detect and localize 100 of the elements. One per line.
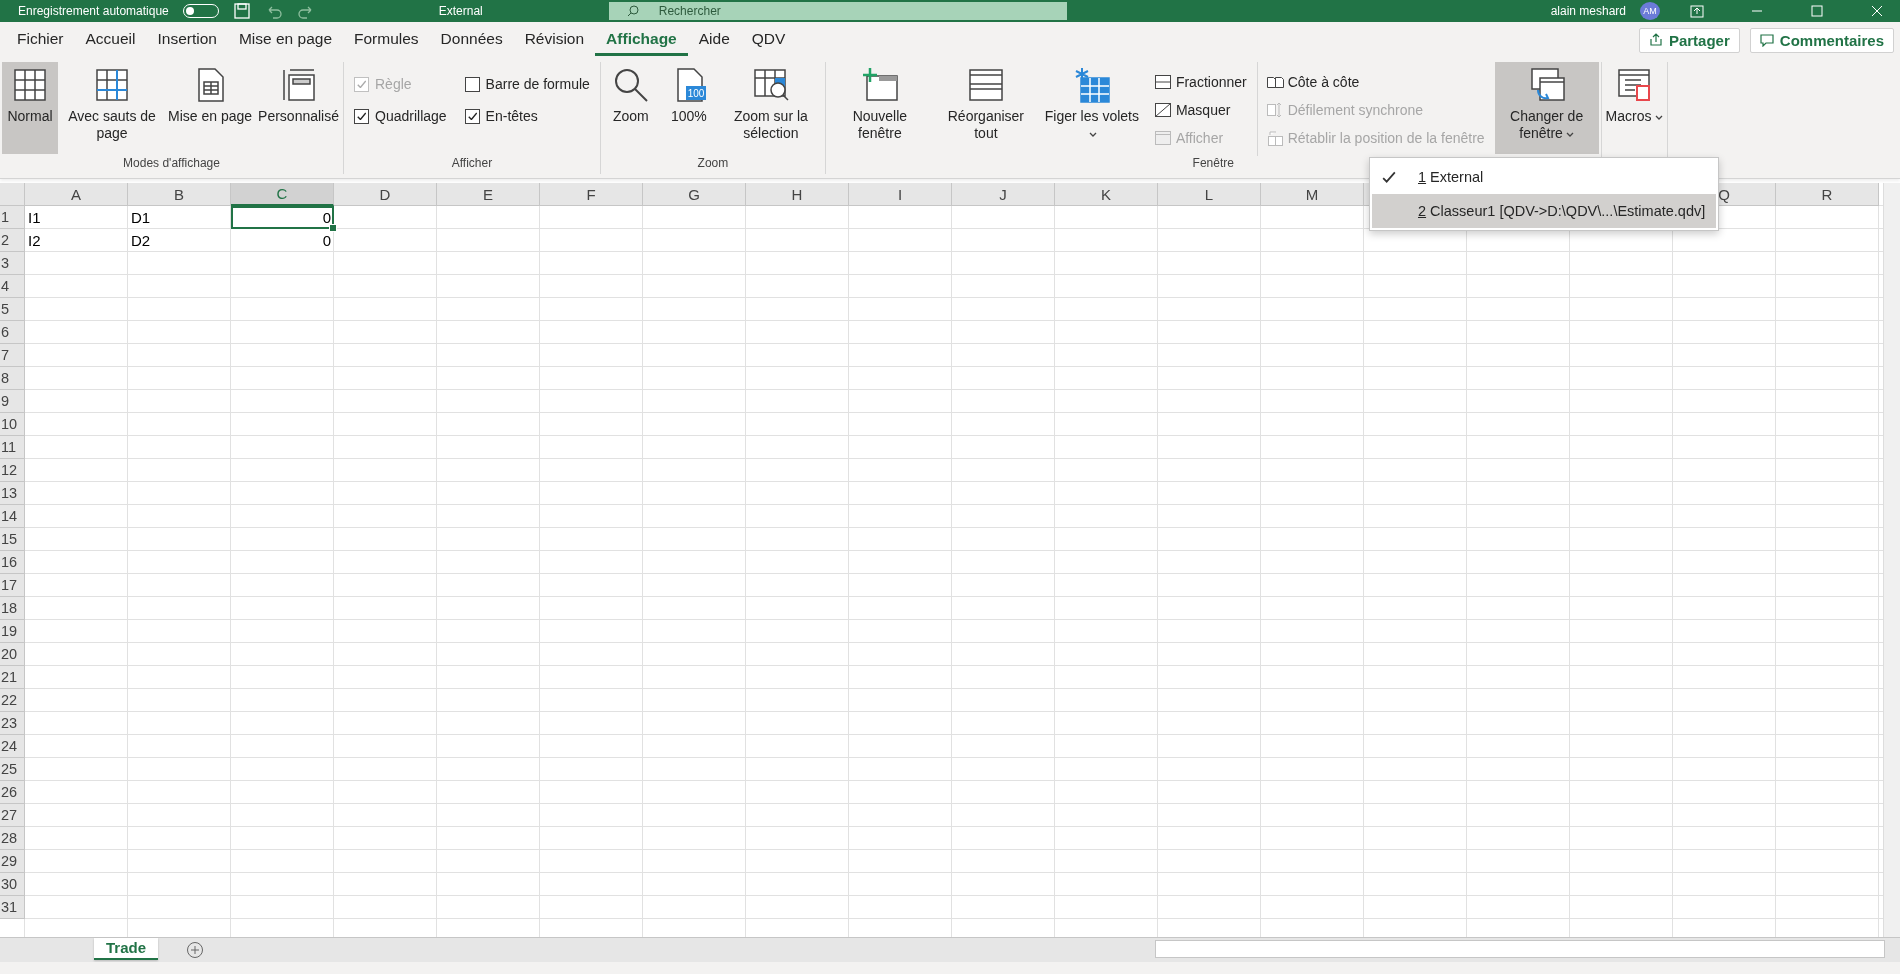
row-header[interactable]: 4 [0, 275, 25, 298]
new-window-icon [860, 66, 899, 104]
menu-tab[interactable]: Accueil [74, 24, 147, 56]
row-header[interactable]: 1 [0, 206, 25, 229]
ribbon-button[interactable]: Changer de fenêtre [1494, 62, 1599, 154]
table-cell[interactable]: I2 [25, 229, 128, 252]
ribbon-button[interactable]: Avec sauts de page [60, 62, 164, 154]
column-header[interactable]: J [952, 183, 1055, 206]
column-header[interactable]: K [1055, 183, 1158, 206]
minimize-icon[interactable] [1752, 10, 1762, 12]
column-header[interactable]: E [437, 183, 540, 206]
search-field[interactable]: Rechercher [608, 2, 1067, 20]
checkmark-icon [1382, 170, 1396, 184]
row-header[interactable]: 14 [0, 505, 25, 528]
row-header[interactable]: 11 [0, 436, 25, 459]
table-cell[interactable]: D1 [128, 206, 231, 229]
ribbon-button[interactable]: Macros [1603, 62, 1665, 154]
row-header[interactable]: 17 [0, 574, 25, 597]
vertical-scrollbar[interactable] [1883, 183, 1900, 937]
comments-button[interactable]: Commentaires [1749, 27, 1894, 53]
row-header[interactable]: 25 [0, 758, 25, 781]
menu-tab[interactable]: Aide [687, 24, 741, 56]
group-label: Afficher [450, 156, 494, 172]
row-header[interactable]: 23 [0, 712, 25, 735]
ribbon-button[interactable]: Masquer [1153, 98, 1247, 122]
column-header[interactable]: I [849, 183, 952, 206]
add-sheet-icon [186, 941, 205, 959]
menu-tab[interactable]: Fichier [6, 24, 75, 56]
row-header[interactable]: 10 [0, 413, 25, 436]
row-header[interactable]: 29 [0, 850, 25, 873]
column-header[interactable]: D [334, 183, 437, 206]
split-icon [1153, 73, 1172, 91]
user-name: alain meshard [1550, 4, 1626, 18]
row-header[interactable]: 24 [0, 735, 25, 758]
row-header[interactable]: 6 [0, 321, 25, 344]
row-header[interactable]: 19 [0, 620, 25, 643]
ribbon-button[interactable]: Fractionner [1153, 70, 1247, 94]
row-header[interactable]: 26 [0, 781, 25, 804]
menu-tab[interactable]: Formules [343, 24, 430, 56]
row-header[interactable]: 20 [0, 643, 25, 666]
row-header[interactable]: 13 [0, 482, 25, 505]
row-header[interactable]: 30 [0, 873, 25, 896]
row-header[interactable]: 7 [0, 344, 25, 367]
menu-item[interactable]: 2 Classeur1 [QDV->D:\QDV\...\Estimate.qdv] [1372, 194, 1716, 228]
share-button[interactable]: Partager [1638, 27, 1740, 53]
ribbon-button[interactable]: Mise en page [166, 62, 255, 154]
table-cell[interactable]: I1 [25, 206, 128, 229]
hide-window-icon [1153, 101, 1172, 119]
ribbon-button[interactable]: Personnalisé [256, 62, 341, 154]
row-header[interactable]: 18 [0, 597, 25, 620]
column-header[interactable]: F [540, 183, 643, 206]
column-header[interactable]: C [231, 183, 334, 206]
row-header[interactable]: 3 [0, 252, 25, 275]
row-header[interactable]: 9 [0, 390, 25, 413]
autosave-label: Enregistrement automatique [18, 4, 169, 18]
select-all-corner[interactable] [0, 183, 25, 206]
checkbox[interactable]: En-têtes [464, 102, 590, 130]
ribbon-button[interactable]: Figer les volets [1039, 62, 1144, 154]
column-header[interactable]: H [746, 183, 849, 206]
ribbon-button[interactable]: Normal [2, 62, 58, 154]
menu-tab[interactable]: Révision [513, 24, 596, 56]
horizontal-scrollbar[interactable] [1155, 940, 1885, 958]
row-header[interactable]: 27 [0, 804, 25, 827]
ribbon-button[interactable]: 100 100% [660, 62, 717, 154]
menu-tab[interactable]: Données [429, 24, 514, 56]
row-header[interactable]: 12 [0, 459, 25, 482]
table-cell[interactable]: 0 [231, 206, 334, 229]
row-header[interactable]: 22 [0, 689, 25, 712]
sheet-tab[interactable]: Trade [94, 938, 159, 960]
row-header[interactable]: 21 [0, 666, 25, 689]
row-header[interactable]: 5 [0, 298, 25, 321]
menu-tab[interactable]: QDV [740, 24, 797, 56]
row-header[interactable]: 16 [0, 551, 25, 574]
ribbon-button[interactable]: Nouvelle fenêtre [827, 62, 932, 154]
column-header[interactable]: G [643, 183, 746, 206]
row-header[interactable]: 8 [0, 367, 25, 390]
checkmark-icon [357, 80, 366, 88]
user-avatar[interactable]: AM [1640, 2, 1660, 20]
row-header[interactable]: 15 [0, 528, 25, 551]
checkbox[interactable]: Quadrillage [354, 102, 447, 130]
table-cell[interactable]: D2 [128, 229, 231, 252]
save-icon [232, 2, 251, 20]
column-header[interactable]: R [1776, 183, 1879, 206]
column-header[interactable]: A [25, 183, 128, 206]
row-header[interactable]: 2 [0, 229, 25, 252]
ribbon-button[interactable]: Zoom [602, 62, 659, 154]
menu-tab[interactable]: Mise en page [227, 24, 343, 56]
file-name[interactable]: External [438, 4, 483, 18]
arrange-windows-icon [966, 66, 1005, 104]
row-header[interactable]: 28 [0, 827, 25, 850]
row-header[interactable]: 31 [0, 896, 25, 919]
menu-tab[interactable]: Insertion [146, 24, 228, 56]
column-header[interactable]: L [1158, 183, 1261, 206]
ribbon-button[interactable]: Réorganiser tout [933, 62, 1038, 154]
column-header[interactable]: B [128, 183, 231, 206]
checkbox[interactable]: Barre de formule [464, 70, 590, 98]
ribbon-button[interactable]: Côte à côte [1265, 70, 1485, 94]
column-header[interactable]: M [1261, 183, 1364, 206]
table-cell[interactable]: 0 [231, 229, 334, 252]
ribbon-button[interactable]: Zoom sur la sélection [718, 62, 823, 154]
